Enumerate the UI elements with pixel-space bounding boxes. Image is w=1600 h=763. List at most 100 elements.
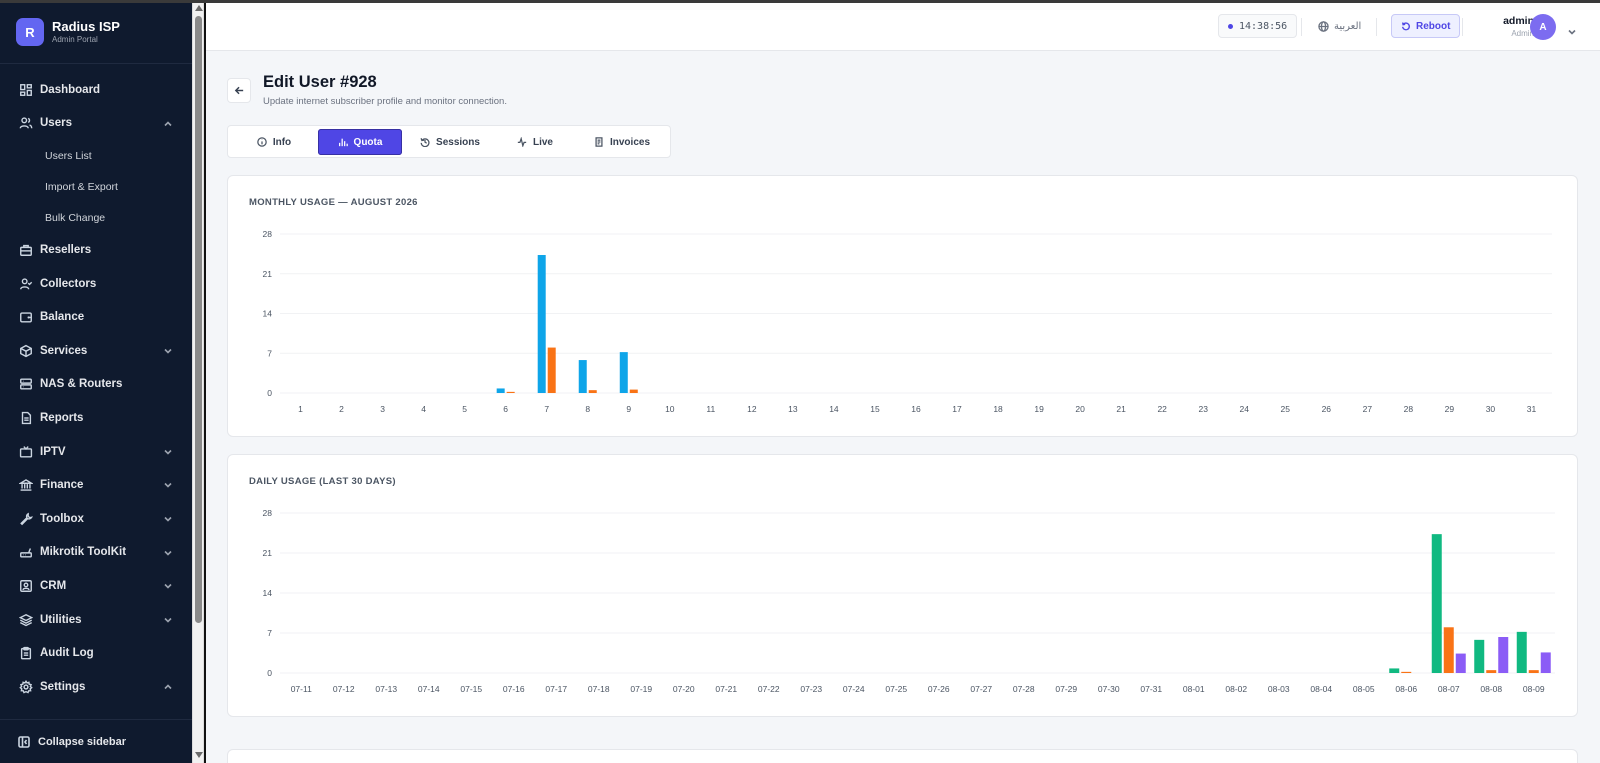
language-switcher[interactable]: العربية	[1318, 14, 1361, 38]
x-tick-label: 07-25	[885, 684, 907, 694]
chevron-down-icon[interactable]	[164, 615, 172, 623]
globe-icon	[1318, 20, 1329, 32]
monthly-usage-card: MONTHLY USAGE — AUGUST 2026 0 7 14 21 28 1 2 3 4…	[227, 175, 1578, 437]
sidebar-item-label: Resellers	[40, 243, 92, 256]
x-tick-label: 21	[1116, 404, 1126, 414]
sidebar-item-label: Utilities	[40, 613, 82, 626]
bar-series-1-08-07	[1431, 534, 1442, 673]
sidebar-item-resellers[interactable]: Resellers	[0, 233, 192, 267]
sidebar-item-services[interactable]: Services	[0, 334, 192, 368]
chevron-down-icon[interactable]	[164, 514, 172, 522]
y-tick-label: 0	[267, 388, 272, 398]
chevron-down-icon[interactable]	[164, 346, 172, 354]
x-tick-label: 10	[665, 404, 675, 414]
reboot-button[interactable]: Reboot	[1391, 14, 1461, 38]
sidebar-subitem-import-export[interactable]: Import & Export	[0, 171, 192, 202]
sidebar-item-crm[interactable]: CRM	[0, 569, 192, 603]
sidebar-item-dashboard[interactable]: Dashboard	[0, 73, 192, 107]
sidebar-item-mikrotik-toolkit[interactable]: Mikrotik ToolKit	[0, 536, 192, 570]
x-tick-label: 4	[421, 404, 426, 414]
sidebar-subitem-bulk-change[interactable]: Bulk Change	[0, 202, 192, 233]
sidebar-subitem-users-list[interactable]: Users List	[0, 140, 192, 171]
x-tick-label: 07-24	[843, 684, 865, 694]
sidebar-item-reports[interactable]: Reports	[0, 401, 192, 435]
x-tick-label: 18	[993, 404, 1003, 414]
sidebar-item-audit-log[interactable]: Audit Log	[0, 636, 192, 670]
brand[interactable]: R Radius ISP Admin Portal	[16, 18, 120, 46]
brand-name: Radius ISP	[52, 19, 120, 34]
tab-info[interactable]: Info	[233, 129, 315, 155]
sidebar-item-nas-routers[interactable]: NAS & Routers	[0, 368, 192, 402]
tab-quota[interactable]: Quota	[318, 129, 402, 155]
sidebar-item-settings[interactable]: Settings	[0, 670, 192, 704]
tab-invoices[interactable]: Invoices	[578, 129, 666, 155]
y-tick-label: 7	[267, 628, 272, 638]
x-tick-label: 08-05	[1353, 684, 1375, 694]
x-tick-label: 3	[380, 404, 385, 414]
collapse-sidebar-label: Collapse sidebar	[38, 735, 127, 748]
scroll-thumb[interactable]	[195, 16, 202, 623]
y-tick-label: 21	[263, 269, 273, 279]
x-tick-label: 08-03	[1268, 684, 1290, 694]
sidebar-item-label: Reports	[40, 411, 84, 424]
user-menu-chevron-icon[interactable]	[1568, 23, 1576, 35]
user-name[interactable]: admin	[1486, 15, 1534, 27]
briefcase-icon	[19, 243, 33, 257]
x-tick-label: 07-31	[1140, 684, 1162, 694]
sidebar-item-collectors[interactable]: Collectors	[0, 267, 192, 301]
tab-sessions[interactable]: Sessions	[406, 129, 494, 155]
chevron-up-icon[interactable]	[164, 682, 172, 690]
y-tick-label: 14	[263, 588, 273, 598]
clipboard-icon	[19, 646, 33, 660]
chevron-down-icon[interactable]	[164, 480, 172, 488]
x-tick-label: 08-07	[1438, 684, 1460, 694]
daily-usage-chart: 0 7 14 21 28 07-11 07-12 07-13 07-14 07-15 07-16 07…	[263, 508, 1555, 694]
sidebar-item-toolbox[interactable]: Toolbox	[0, 502, 192, 536]
bar-chart-icon	[338, 138, 348, 147]
sidebar-item-finance[interactable]: Finance	[0, 468, 192, 502]
sidebar-item-users[interactable]: Users	[0, 107, 192, 141]
bar-series-3-08-07	[1455, 653, 1466, 673]
x-tick-label: 07-29	[1055, 684, 1077, 694]
y-tick-label: 28	[263, 508, 273, 518]
collapse-sidebar-button[interactable]: Collapse sidebar	[0, 719, 192, 763]
x-tick-label: 07-21	[715, 684, 737, 694]
sidebar-item-utilities[interactable]: Utilities	[0, 603, 192, 637]
sidebar-item-iptv[interactable]: IPTV	[0, 435, 192, 469]
report-icon	[19, 411, 33, 425]
x-tick-label: 14	[829, 404, 839, 414]
chevron-down-icon[interactable]	[164, 581, 172, 589]
x-tick-label: 15	[870, 404, 880, 414]
sidebar-item-balance[interactable]: Balance	[0, 300, 192, 334]
x-tick-label: 22	[1157, 404, 1167, 414]
avatar[interactable]: A	[1530, 14, 1556, 40]
scroll-down-arrow[interactable]	[195, 752, 203, 758]
x-tick-label: 08-04	[1310, 684, 1332, 694]
x-tick-label: 07-17	[545, 684, 567, 694]
tab-live[interactable]: Live	[494, 129, 576, 155]
clock-time: 14:38:56	[1239, 20, 1288, 32]
activity-icon	[517, 137, 527, 147]
scroll-up-arrow[interactable]	[195, 5, 203, 11]
chevron-down-icon[interactable]	[164, 447, 172, 455]
x-tick-label: 2	[339, 404, 344, 414]
bar-series-1-7	[537, 255, 546, 393]
invoice-icon	[595, 137, 603, 147]
page-title: Edit User #928	[263, 73, 377, 91]
collapse-icon	[18, 735, 30, 748]
chevron-down-icon[interactable]	[164, 548, 172, 556]
sidebar-scrollbar[interactable]	[192, 0, 204, 763]
x-tick-label: 27	[1363, 404, 1373, 414]
bank-icon	[19, 478, 33, 492]
y-tick-label: 7	[267, 348, 272, 358]
sidebar-item-label: Toolbox	[40, 512, 84, 525]
chevron-up-icon[interactable]	[164, 119, 172, 127]
next-section-card	[227, 749, 1578, 763]
x-tick-label: 9	[626, 404, 631, 414]
wallet-icon	[19, 310, 33, 324]
info-icon	[257, 137, 267, 147]
bar-series-2-7	[547, 347, 556, 393]
x-tick-label: 24	[1240, 404, 1250, 414]
wrench-icon	[19, 512, 33, 526]
back-button[interactable]	[227, 78, 251, 103]
